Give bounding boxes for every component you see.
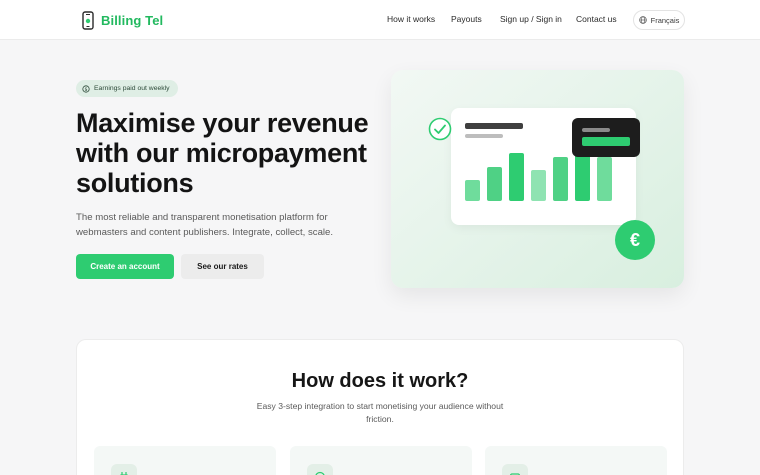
illustration-bar: [597, 157, 612, 201]
globe-icon: [638, 16, 647, 24]
plug-icon: [111, 464, 137, 475]
target-icon: [307, 464, 333, 475]
how-title: How does it work?: [291, 370, 469, 392]
svg-text:$: $: [84, 86, 87, 92]
nav-link-payouts[interactable]: Payouts: [451, 14, 482, 24]
brand-name: Billing Tel: [101, 12, 164, 28]
check-icon: [428, 117, 452, 141]
illustration-bar: [487, 167, 502, 201]
see-rates-button[interactable]: See our rates: [181, 254, 264, 279]
how-subtitle: Easy 3-step integration to start monetis…: [256, 401, 504, 424]
hero-title: Maximise your revenue with our micropaym…: [76, 108, 369, 198]
nav-link-sign-in[interactable]: Sign up / Sign in: [500, 14, 562, 24]
euro-icon: €: [615, 220, 655, 260]
phone-icon: [82, 10, 94, 30]
hero-illustration: €: [391, 70, 684, 288]
illustration-bar: [531, 170, 546, 201]
coin-icon: $: [82, 84, 90, 92]
illustration-bar: [465, 180, 480, 201]
step-card-1: [94, 446, 276, 475]
nav-link-how-it-works[interactable]: How it works: [387, 14, 435, 24]
balance-card: [572, 118, 640, 157]
illustration-bar: [553, 157, 568, 201]
step-card-3: [485, 446, 667, 475]
language-switcher[interactable]: Français: [633, 10, 685, 30]
top-navigation: Billing Tel How it works Payouts Sign up…: [0, 0, 760, 40]
step-card-2: [290, 446, 472, 475]
badge-text: Earnings paid out weekly: [94, 85, 170, 92]
language-label: Français: [650, 15, 680, 25]
how-it-works-section: How does it work? Easy 3-step integratio…: [76, 339, 684, 475]
hero-subtitle: The most reliable and transparent moneti…: [76, 212, 334, 238]
nav-link-contact[interactable]: Contact us: [576, 14, 617, 24]
balance-value-bar: [582, 137, 630, 146]
card-subtitle-line: [465, 134, 503, 138]
weekly-payout-badge: $ Earnings paid out weekly: [76, 80, 178, 97]
create-account-button[interactable]: Create an account: [76, 254, 174, 279]
illustration-bar: [509, 153, 524, 201]
wallet-icon: [502, 464, 528, 475]
balance-label-line: [582, 128, 610, 132]
brand-logo[interactable]: Billing Tel: [82, 10, 163, 30]
card-title-line: [465, 123, 523, 129]
